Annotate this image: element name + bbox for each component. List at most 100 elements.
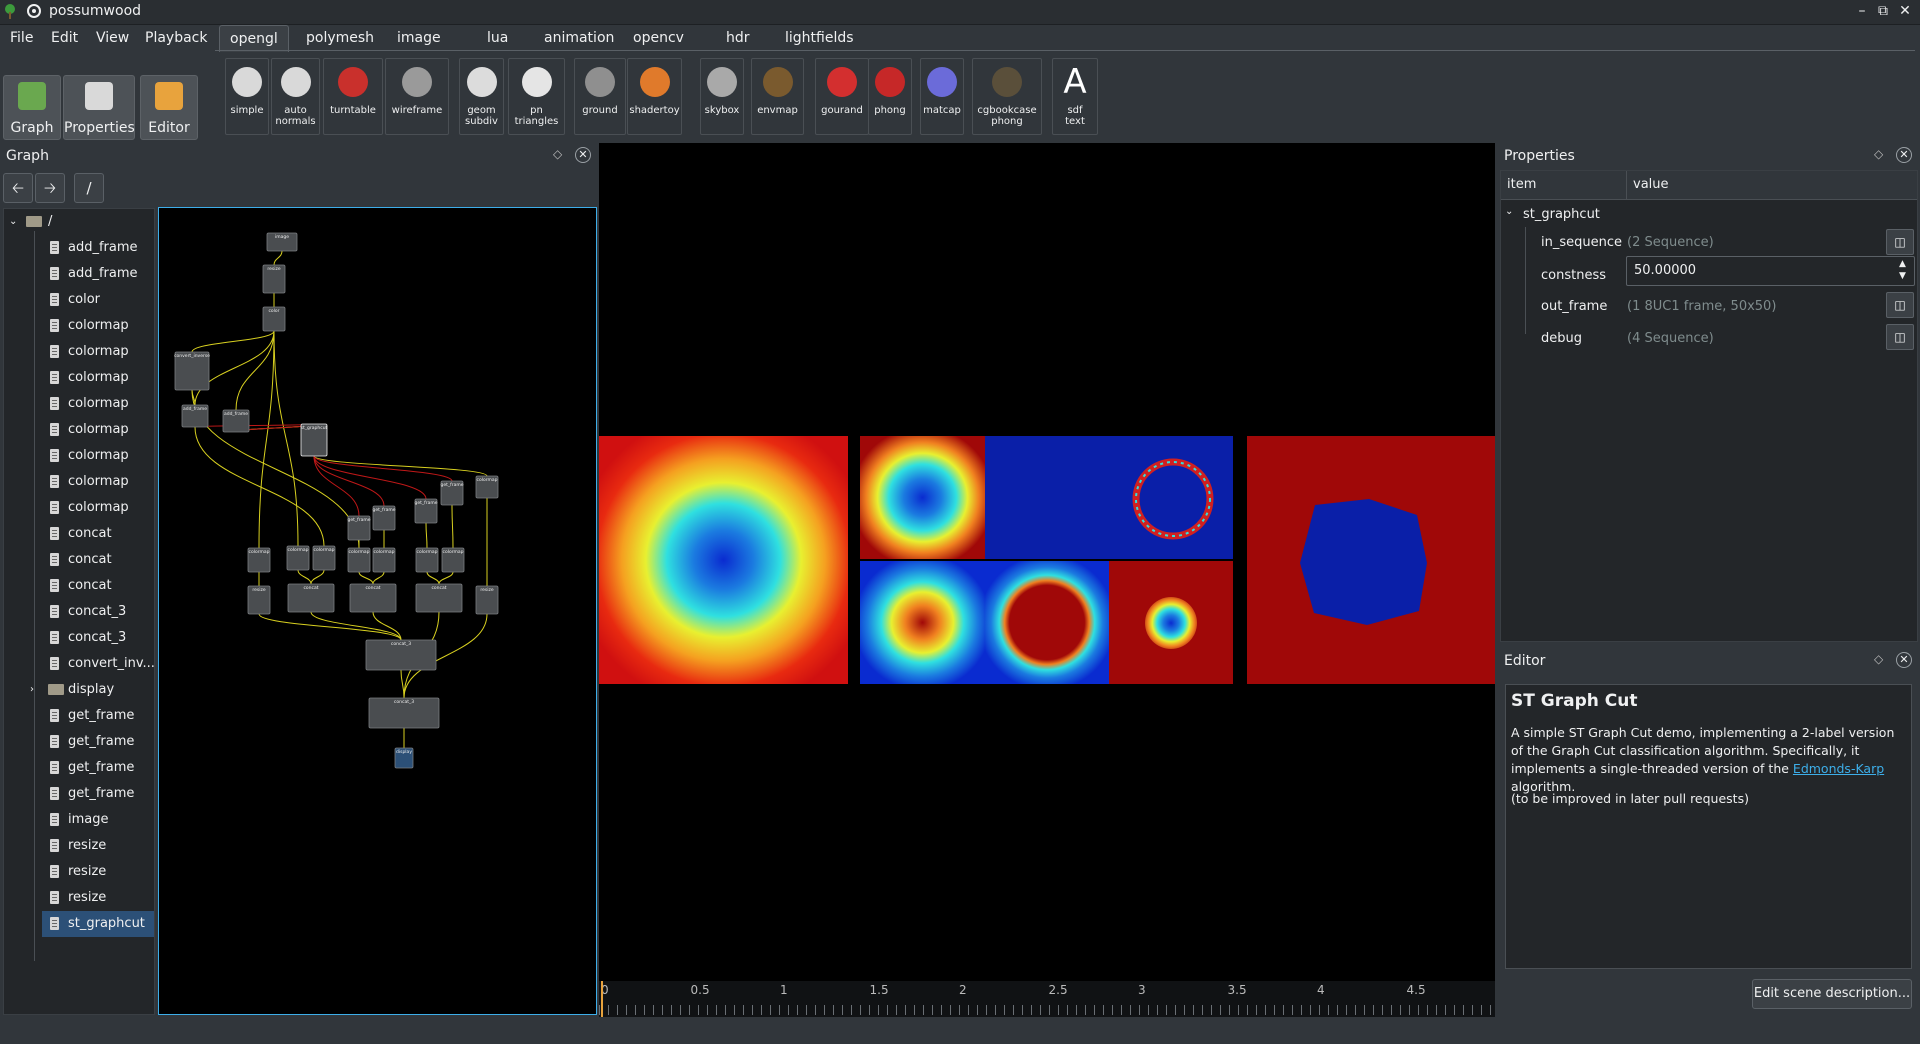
graph-node[interactable]: get_frame [373, 505, 396, 531]
tool-auto-normals-button[interactable]: auto normals [271, 58, 320, 135]
edmonds-karp-link[interactable]: Edmonds-Karp [1793, 761, 1884, 776]
tool-turntable-button[interactable]: turntable [323, 58, 383, 135]
maximize-button[interactable]: ⧉ [1874, 2, 1892, 20]
graph-node[interactable]: st_graphcut [300, 423, 328, 457]
tree-item-concat[interactable]: concat [4, 573, 154, 599]
tool-shadertoy-button[interactable]: shadertoy [627, 58, 682, 135]
tree-item-get_frame[interactable]: get_frame [4, 755, 154, 781]
menu-playback[interactable]: Playback [145, 30, 207, 46]
tab-image[interactable]: image [387, 25, 451, 51]
graph-node[interactable]: colormap [475, 475, 499, 499]
close-graph-panel-icon[interactable]: ✕ [575, 147, 591, 163]
spin-up-icon[interactable]: ▲ [1899, 259, 1906, 269]
graph-node[interactable]: resize [262, 264, 286, 294]
tree-item-colormap[interactable]: colormap [4, 417, 154, 443]
mode-editor-button[interactable]: Editor [140, 75, 198, 140]
tree-item-image[interactable]: image [4, 807, 154, 833]
tree-item-colormap[interactable]: colormap [4, 313, 154, 339]
graph-node[interactable]: resize [475, 585, 499, 615]
tool-geom-subdiv-button[interactable]: geom subdiv [459, 58, 504, 135]
graph-node[interactable]: color [262, 306, 286, 332]
graph-node[interactable]: colormap [372, 547, 396, 573]
tree-root-row[interactable]: ⌄ / [4, 209, 154, 235]
timeline-cursor[interactable] [601, 981, 603, 1017]
tool-cgbookcase-phong-button[interactable]: cgbookcase phong [972, 58, 1042, 135]
tool-matcap-button[interactable]: matcap [920, 58, 964, 135]
tree-item-resize[interactable]: resize [4, 885, 154, 911]
tree-item-concat[interactable]: concat [4, 547, 154, 573]
mode-properties-button[interactable]: Properties [63, 75, 135, 140]
tool-wireframe-button[interactable]: wireframe [385, 58, 449, 135]
tool-skybox-button[interactable]: skybox [700, 58, 744, 135]
tree-item-colormap[interactable]: colormap [4, 495, 154, 521]
tree-item-concat_3[interactable]: concat_3 [4, 599, 154, 625]
graph-node[interactable]: get_frame [348, 515, 371, 541]
tool-phong-button[interactable]: phong [868, 58, 912, 135]
tree-item-resize[interactable]: resize [4, 859, 154, 885]
graph-node[interactable]: display [394, 747, 414, 769]
graph-node[interactable]: add_frame [181, 404, 209, 428]
minimize-button[interactable]: – [1853, 2, 1871, 20]
graph-node[interactable]: get_frame [441, 480, 464, 506]
node-graph-svg[interactable]: image resize color convert_inverse add_frame… [159, 208, 596, 1014]
settings-icon[interactable] [26, 3, 42, 19]
tree-item-get_frame[interactable]: get_frame [4, 729, 154, 755]
tree-item-colormap[interactable]: colormap [4, 443, 154, 469]
tool-sdf-text-button[interactable]: Asdf text [1052, 58, 1098, 135]
float-graph-panel-icon[interactable]: ◇ [553, 147, 562, 161]
float-properties-panel-icon[interactable]: ◇ [1874, 147, 1883, 161]
path-button[interactable]: / [74, 173, 104, 203]
tab-polymesh[interactable]: polymesh [296, 25, 384, 51]
tree-item-resize[interactable]: resize [4, 833, 154, 859]
tool-simple-button[interactable]: simple [225, 58, 269, 135]
tab-animation[interactable]: animation [534, 25, 624, 51]
tree-item-convert_inv[interactable]: convert_inv... [4, 651, 155, 677]
forward-button[interactable]: 🡢 [35, 173, 65, 203]
graph-node[interactable]: image [266, 232, 298, 252]
tree-item-concat[interactable]: concat [4, 521, 154, 547]
tree-item-colormap[interactable]: colormap [4, 365, 154, 391]
tree-item-colormap[interactable]: colormap [4, 391, 154, 417]
close-window-button[interactable]: ✕ [1896, 2, 1914, 20]
graph-node[interactable]: resize [247, 585, 271, 615]
tree-item-st_graphcut[interactable]: st_graphcut [42, 911, 154, 937]
back-button[interactable]: 🡠 [3, 173, 33, 203]
menu-file[interactable]: File [10, 30, 33, 46]
editor-text-area[interactable]: ST Graph Cut A simple ST Graph Cut demo,… [1505, 684, 1912, 969]
graph-node[interactable]: concat [287, 583, 335, 613]
tab-opencv[interactable]: opencv [623, 25, 694, 51]
graph-node[interactable]: get_frame [415, 498, 438, 524]
float-editor-panel-icon[interactable]: ◇ [1874, 652, 1883, 666]
node-graph-canvas[interactable]: image resize color convert_inverse add_frame… [158, 207, 597, 1015]
tree-item-get_frame[interactable]: get_frame [4, 781, 154, 807]
close-editor-panel-icon[interactable]: ✕ [1896, 652, 1912, 668]
graph-node[interactable]: add_frame [222, 409, 250, 433]
tool-ground-button[interactable]: ground [574, 58, 626, 135]
menu-edit[interactable]: Edit [51, 30, 78, 46]
tool-pn-triangles-button[interactable]: pn triangles [508, 58, 565, 135]
graph-node[interactable]: colormap [286, 545, 310, 571]
debug-details-button[interactable]: ◫ [1886, 324, 1914, 350]
tool-envmap-button[interactable]: envmap [751, 58, 804, 135]
timeline[interactable]: 0 0.5 1 1.5 2 2.5 3 3.5 4 4.5 [599, 981, 1495, 1017]
tree-item-colormap[interactable]: colormap [4, 469, 154, 495]
close-properties-panel-icon[interactable]: ✕ [1896, 147, 1912, 163]
graph-node[interactable]: concat [349, 583, 397, 613]
tree-item-display[interactable]: › display [4, 677, 154, 703]
node-tree[interactable]: ⌄ / add_frame add_frame color colormap colorma… [3, 208, 155, 1015]
out-frame-details-button[interactable]: ◫ [1886, 292, 1914, 318]
3d-viewport[interactable] [599, 143, 1495, 981]
tool-gourand-button[interactable]: gourand [815, 58, 869, 135]
graph-node[interactable]: convert_inverse [174, 351, 210, 391]
tab-opengl[interactable]: opengl [219, 25, 289, 52]
constness-spinbox[interactable]: 50.00000 ▲ ▼ [1626, 256, 1915, 286]
tree-item-color[interactable]: color [4, 287, 154, 313]
graph-node[interactable]: colormap [247, 547, 271, 573]
tab-hdr[interactable]: hdr [716, 25, 760, 51]
tree-item-colormap[interactable]: colormap [4, 339, 154, 365]
graph-node[interactable]: concat [415, 583, 463, 613]
tab-lua[interactable]: lua [477, 25, 518, 51]
tree-item-add_frame[interactable]: add_frame [4, 261, 154, 287]
graph-node[interactable]: colormap [347, 547, 371, 573]
spin-down-icon[interactable]: ▼ [1899, 271, 1906, 281]
